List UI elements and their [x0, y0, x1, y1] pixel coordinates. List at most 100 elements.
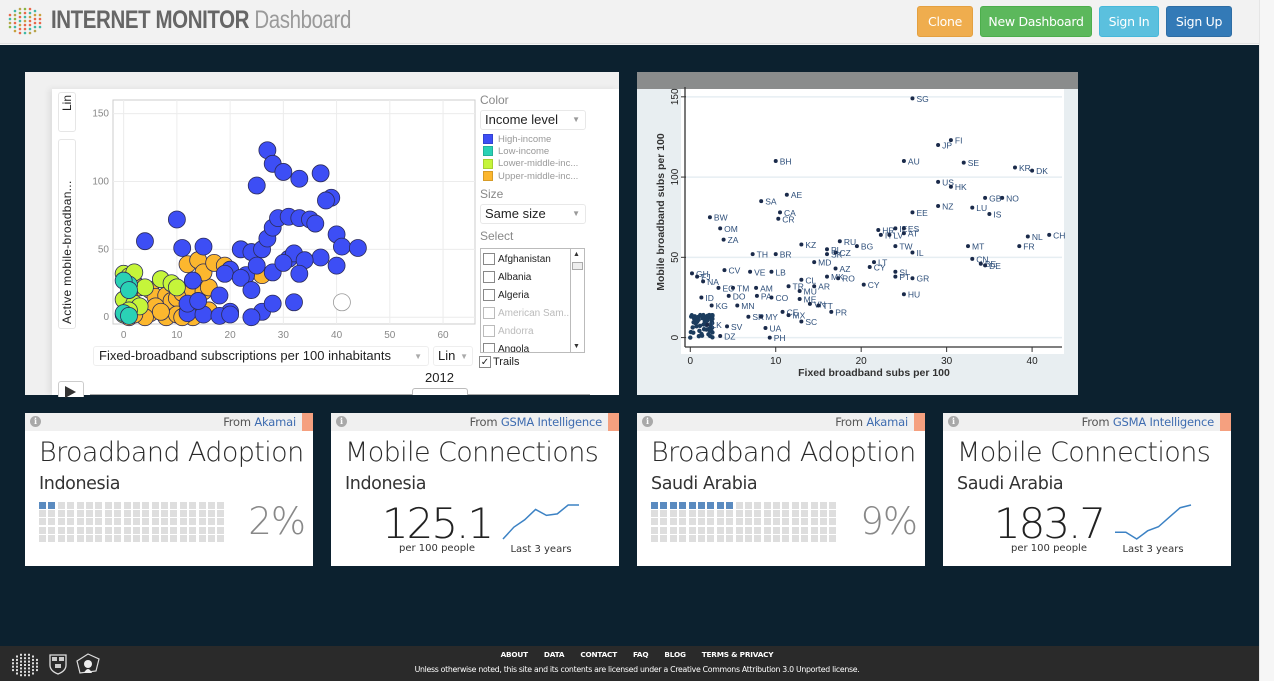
info-icon[interactable]: i — [30, 416, 41, 427]
country-select-list[interactable]: Afghanistan Albania Algeria American Sam...… — [480, 248, 585, 353]
source-link[interactable]: Akamai — [866, 415, 908, 429]
trails-checkbox[interactable]: ✓ Trails — [479, 356, 519, 368]
data-bubble[interactable] — [194, 237, 213, 256]
data-bubble[interactable] — [215, 264, 234, 283]
x-scale-dropdown[interactable]: Lin ▼ — [433, 346, 473, 366]
internet-monitor-logo-icon[interactable] — [7, 6, 43, 36]
data-bubble[interactable] — [136, 278, 154, 297]
page-scrollbar[interactable] — [1259, 0, 1274, 681]
data-bubble[interactable] — [311, 164, 330, 183]
info-icon[interactable]: i — [642, 416, 653, 427]
select-item[interactable]: Andorra — [481, 322, 584, 340]
data-bubble[interactable] — [274, 254, 293, 272]
checkbox[interactable] — [483, 343, 495, 352]
person-icon — [123, 510, 131, 518]
data-bubble[interactable] — [290, 169, 309, 188]
footer-link[interactable]: DATA — [544, 650, 565, 659]
source-link[interactable]: Akamai — [254, 415, 296, 429]
data-bubble[interactable] — [120, 281, 138, 299]
data-bubble[interactable] — [306, 214, 325, 233]
data-bubble[interactable] — [210, 286, 229, 305]
point-label: CY — [874, 262, 886, 272]
checkbox[interactable] — [483, 307, 495, 319]
data-bubble[interactable] — [348, 239, 367, 257]
data-bubble[interactable] — [333, 237, 351, 256]
legend-item[interactable]: High-income — [483, 133, 590, 145]
legend-item[interactable]: Lower-middle-inc... — [483, 158, 590, 170]
data-bubble[interactable] — [120, 306, 138, 325]
check-icon[interactable]: ✓ — [479, 356, 491, 368]
motion-chart-legend-panel: Color Income level ▼ High-income Low-incom… — [480, 93, 590, 243]
time-slider-track[interactable] — [90, 394, 590, 395]
person-icon — [697, 510, 705, 518]
info-icon[interactable]: i — [948, 416, 959, 427]
select-item[interactable]: Algeria — [481, 286, 584, 304]
data-bubble[interactable] — [242, 308, 261, 327]
legend-item[interactable]: Low-income — [483, 145, 590, 157]
data-bubble[interactable] — [189, 292, 208, 310]
new-dashboard-button[interactable]: New Dashboard — [980, 6, 1092, 37]
time-slider-handle[interactable] — [412, 388, 468, 395]
data-bubble[interactable] — [242, 281, 261, 299]
data-bubble[interactable] — [221, 305, 240, 324]
checkbox[interactable] — [483, 253, 495, 265]
select-item[interactable]: Albania — [481, 268, 584, 286]
logo-dot — [28, 11, 32, 15]
source-link[interactable]: GSMA Intelligence — [501, 415, 602, 429]
select-item[interactable]: Afghanistan — [481, 250, 584, 268]
motion-chart-plot[interactable]: 0 10 20 30 40 50 60 0 50 100 150 — [80, 92, 478, 340]
logo-dot — [8, 13, 12, 17]
data-bubble[interactable] — [173, 239, 192, 257]
data-bubble[interactable] — [167, 278, 186, 297]
footer-link[interactable]: ABOUT — [501, 650, 529, 659]
scroll-down-icon[interactable]: ▼ — [573, 343, 580, 350]
data-bubble[interactable] — [333, 293, 351, 312]
footer-link[interactable]: TERMS & PRIVACY — [702, 650, 774, 659]
point-label: VE — [754, 267, 766, 277]
person-icon — [67, 526, 75, 534]
brand-title[interactable]: INTERNET MONITOR Dashboard — [51, 6, 351, 35]
person-icon — [48, 526, 56, 534]
size-dropdown[interactable]: Same size ▼ — [480, 204, 586, 225]
checkbox[interactable] — [483, 289, 495, 301]
select-item[interactable]: Angola — [481, 340, 584, 352]
data-bubble[interactable] — [317, 191, 335, 210]
person-icon — [179, 526, 187, 534]
person-icon — [763, 526, 771, 534]
sign-up-button[interactable]: Sign Up — [1166, 6, 1232, 37]
select-item[interactable]: American Sam... — [481, 304, 584, 322]
data-bubble[interactable] — [247, 176, 266, 195]
x-metric-dropdown[interactable]: Fixed-broadband subscriptions per 100 in… — [93, 346, 429, 366]
scroll-up-icon[interactable]: ▲ — [573, 251, 580, 258]
checkbox[interactable] — [483, 325, 495, 337]
sign-in-button[interactable]: Sign In — [1099, 6, 1159, 37]
data-bubble[interactable] — [247, 256, 266, 275]
data-bubble[interactable] — [290, 264, 309, 283]
source-link[interactable]: GSMA Intelligence — [1113, 415, 1214, 429]
data-bubble[interactable] — [274, 163, 293, 181]
checkbox[interactable] — [483, 271, 495, 283]
data-bubble[interactable] — [311, 248, 330, 267]
footer-link[interactable]: FAQ — [633, 650, 649, 659]
color-dropdown[interactable]: Income level ▼ — [480, 110, 586, 130]
data-bubble[interactable] — [167, 210, 186, 229]
data-bubble[interactable] — [136, 232, 154, 251]
y-scale-dropdown[interactable]: Lin — [58, 92, 76, 132]
info-icon[interactable]: i — [336, 416, 347, 427]
data-bubble[interactable] — [152, 302, 170, 321]
data-bubble[interactable] — [285, 293, 303, 312]
point-label: LB — [775, 267, 786, 277]
data-bubble[interactable] — [263, 294, 282, 313]
data-bubble[interactable] — [327, 256, 346, 275]
y-metric-dropdown[interactable]: Active mobile-broadban... — [58, 139, 76, 329]
select-list-scrollbar[interactable]: ▲ ▼ — [570, 249, 584, 352]
play-button[interactable] — [58, 381, 84, 398]
footer-link[interactable]: CONTACT — [580, 650, 617, 659]
legend-item[interactable]: Upper-middle-inc... — [483, 170, 590, 182]
scroll-thumb[interactable] — [572, 262, 583, 270]
data-bubble[interactable] — [183, 271, 202, 290]
clone-button[interactable]: Clone — [917, 6, 973, 37]
footer-link[interactable]: BLOG — [664, 650, 686, 659]
person-icon — [744, 502, 752, 509]
legend-label: Low-income — [498, 145, 550, 157]
